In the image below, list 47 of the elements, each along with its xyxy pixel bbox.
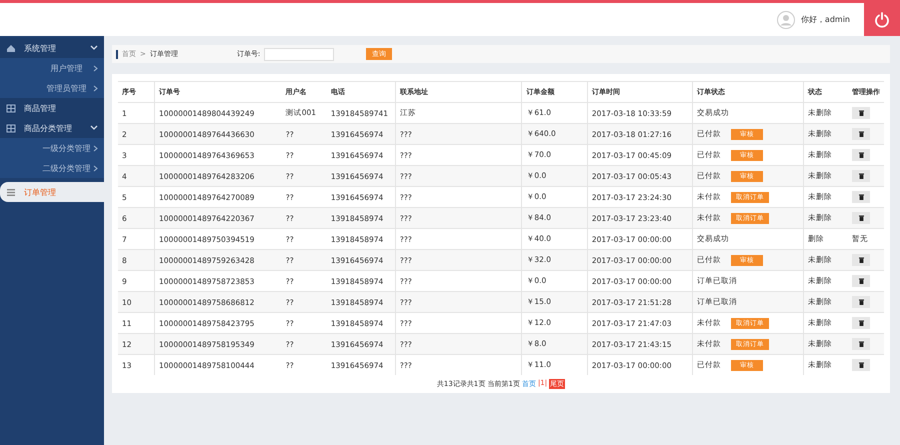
sidebar-subitem[interactable]: 一级分类管理 bbox=[0, 138, 104, 158]
trash-icon bbox=[858, 320, 864, 326]
chevron-right-icon bbox=[93, 164, 98, 172]
user-greeting: 你好，admin bbox=[800, 14, 850, 25]
chevron-down-icon bbox=[90, 125, 98, 131]
delete-button[interactable] bbox=[852, 254, 870, 266]
chevron-down-icon bbox=[90, 45, 98, 51]
grid-icon bbox=[6, 123, 16, 133]
trash-icon bbox=[858, 215, 864, 221]
trash-icon bbox=[858, 341, 864, 347]
delete-button[interactable] bbox=[852, 170, 870, 182]
chevron-right-icon bbox=[93, 144, 98, 152]
delete-button[interactable] bbox=[852, 107, 870, 119]
power-icon bbox=[874, 12, 890, 28]
sidebar-item[interactable]: 系统管理 bbox=[0, 38, 104, 58]
avatar-icon bbox=[776, 10, 795, 28]
delete-button[interactable] bbox=[852, 191, 870, 203]
chevron-right-icon bbox=[93, 84, 98, 92]
grid-icon bbox=[6, 103, 16, 113]
trash-icon bbox=[858, 278, 864, 284]
trash-icon bbox=[858, 152, 864, 158]
chevron-right-icon bbox=[93, 64, 98, 72]
delete-button[interactable] bbox=[852, 296, 870, 308]
delete-button[interactable] bbox=[852, 275, 870, 287]
order-number-field[interactable] bbox=[264, 48, 334, 60]
trash-icon bbox=[858, 173, 864, 179]
sidebar-subitem[interactable]: 管理员管理 bbox=[0, 78, 104, 98]
trash-icon bbox=[858, 194, 864, 200]
trash-icon bbox=[858, 257, 864, 263]
delete-button[interactable] bbox=[852, 338, 870, 350]
delete-button[interactable] bbox=[852, 359, 870, 371]
home-icon bbox=[6, 43, 16, 53]
delete-button[interactable] bbox=[852, 212, 870, 224]
sidebar-subitem[interactable]: 用户管理 bbox=[0, 58, 104, 78]
sidebar-item[interactable]: 订单管理 bbox=[0, 182, 104, 202]
trash-icon bbox=[858, 362, 864, 368]
power-button[interactable] bbox=[864, 3, 900, 36]
trash-icon bbox=[858, 110, 864, 116]
sidebar-item[interactable]: 商品分类管理 bbox=[0, 118, 104, 138]
delete-button[interactable] bbox=[852, 317, 870, 329]
sidebar-item[interactable]: 商品管理 bbox=[0, 98, 104, 118]
delete-button[interactable] bbox=[852, 128, 870, 140]
sidebar-subitem[interactable]: 二级分类管理 bbox=[0, 158, 104, 178]
trash-icon bbox=[858, 131, 864, 137]
delete-button[interactable] bbox=[852, 149, 870, 161]
trash-icon bbox=[858, 299, 864, 305]
list-icon bbox=[6, 187, 16, 197]
